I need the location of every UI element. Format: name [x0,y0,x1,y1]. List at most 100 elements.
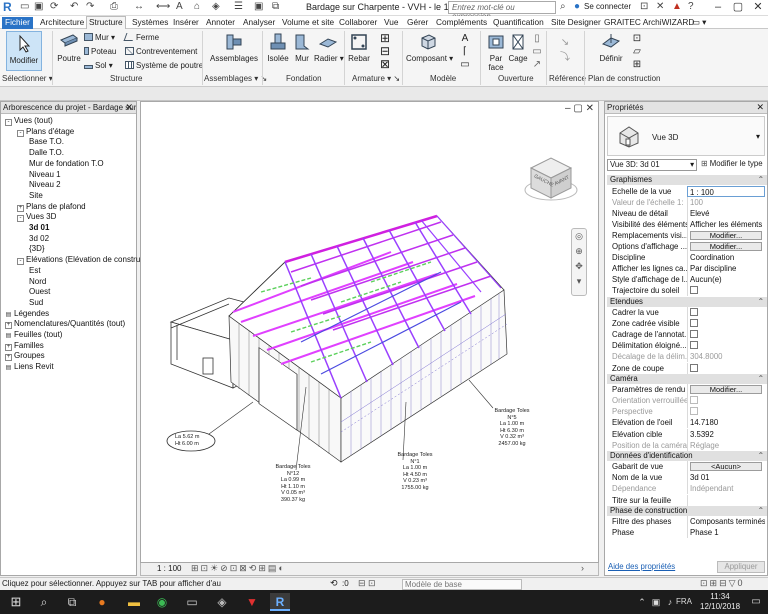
file-explorer-icon[interactable]: ▬ [124,593,144,611]
checkbox[interactable] [690,286,698,295]
checkbox[interactable] [690,363,698,372]
windows-start-icon[interactable]: ⊞ [6,593,26,611]
close-hidden-icon[interactable]: ▣ [254,1,263,12]
component-button[interactable]: Composant ▾ [406,32,453,63]
open-icon[interactable]: ▭ [20,1,29,12]
thin-lines-icon[interactable]: ☰ [234,1,243,12]
text-icon[interactable]: A [176,1,183,12]
opening-tools-icon[interactable]: ▯ ▭ ↗ [530,32,544,71]
tree-item[interactable]: Base T.O. [29,137,64,147]
property-value[interactable]: 3.5392 [687,428,765,440]
tree-item[interactable]: {3D} [29,244,45,254]
property-edit-button[interactable]: Modifier... [690,385,762,395]
property-section-camera[interactable]: Caméra ⌃ [607,373,767,384]
tree-item[interactable]: + Groupes [5,351,45,362]
design-options-icon[interactable]: ⊟ ⊡ [358,578,376,589]
tab-site-designer[interactable]: Site Designer [549,17,603,29]
tree-item[interactable]: Sud [29,298,43,308]
property-value[interactable]: Modifier... [687,229,765,241]
apply-button[interactable]: Appliquer [717,561,765,573]
shaft-button[interactable]: Cage [508,32,528,63]
collapse-icon[interactable]: - [17,258,24,266]
tree-item[interactable]: - Plans d'étage [17,127,74,137]
design-option-select[interactable]: Modèle de base [402,579,522,590]
tree-item[interactable]: Mur de fondation T.O [29,159,104,169]
dimension-icon[interactable]: ⟷ [156,1,170,12]
tree-item[interactable]: ▤ Liens Revit [5,362,54,374]
a360-icon[interactable]: ▲ [672,1,682,12]
tree-item[interactable]: Dalle T.O. [29,148,64,158]
checkbox[interactable] [690,341,698,350]
revit-logo-icon[interactable]: R [3,0,12,14]
search-icon[interactable]: ⌕ [560,1,566,12]
property-value[interactable]: Phase 1 [687,527,765,539]
type-dropdown-icon[interactable]: ▾ [756,132,760,141]
switch-windows-icon[interactable]: ⧉ [272,1,279,12]
property-value[interactable]: Coordination [687,252,765,264]
define-workplane-button[interactable]: Définir [596,32,626,63]
modify-button[interactable]: Modifier [6,31,42,71]
group-connection[interactable]: Assemblages ▾ ↘ [204,74,267,83]
property-value[interactable]: 14.7180 [687,417,765,429]
reinforcement-tools-icon[interactable]: ⊞ ⊟ ⊠ [374,32,396,71]
checkbox[interactable] [690,319,698,328]
tree-item[interactable]: - Elévations (Elévation de constructi [17,255,148,266]
checkbox[interactable] [690,330,698,339]
3d-view-icon[interactable]: ⌂ [194,1,200,12]
property-edit-button[interactable]: <Aucun> [690,462,762,472]
view-control-icons[interactable]: ⊞⊡☀⊘⊡⊠⟲⊞▤◐ [191,563,286,574]
search-icon[interactable]: ⌕ [34,593,54,611]
tab-systemes[interactable]: Systèmes [130,17,170,29]
section-icon[interactable]: ◈ [212,1,220,12]
property-section-identity[interactable]: Données d'identification ⌃ [607,450,767,461]
collapse-icon[interactable]: ⌃ [757,175,764,185]
property-section-phasing[interactable]: Phase de construction ⌃ [607,505,767,516]
revit-taskbar-icon[interactable]: R [270,593,290,611]
rebar-button[interactable]: Rebar [347,32,371,63]
property-value[interactable]: Aucun(e) [687,274,765,286]
nav-menu-icon[interactable]: ▾ [577,276,582,286]
property-value[interactable]: <Aucun> [687,461,765,473]
tree-item[interactable]: + Plans de plafond [17,202,86,212]
property-value[interactable] [687,285,765,297]
navigation-bar[interactable]: ◎ ⊕ ✥ ▾ [571,228,587,296]
close-icon[interactable]: ✕ [125,102,133,113]
expand-icon[interactable]: + [5,322,12,330]
property-value[interactable]: Composants terminés [687,516,765,528]
isolated-foundation-button[interactable]: Isolée [266,32,290,63]
app-icon[interactable]: ▭ [182,593,202,611]
beam-system-button[interactable]: Système de poutre [125,61,203,70]
bracing-button[interactable]: Contreventement [125,47,197,56]
group-select[interactable]: Sélectionner ▾ [2,74,53,83]
tree-item[interactable]: ▤ Légendes [5,309,49,320]
tab-gerer[interactable]: Gérer [405,17,430,29]
sign-in-button[interactable]: Se connecter [584,2,631,11]
panel-tag-1[interactable]: Bardage Toles N°1 La 1.00 m Ht 4.50 m V … [389,452,441,491]
tab-graitec[interactable]: GRAITEC ArchiWIZARD [602,17,696,29]
tab-fichier[interactable]: Fichier [2,17,33,29]
floor-button[interactable]: Sol ▾ [84,61,113,70]
collapse-icon[interactable]: - [17,215,24,223]
viewcube[interactable]: GAUCHE AVANT [523,148,579,204]
property-value[interactable]: Elevé [687,207,765,219]
instance-selector[interactable]: Vue 3D: 3d 01 ▾ [607,159,697,171]
sync-icon[interactable]: ⟳ [50,1,58,12]
workplane-tools-icon[interactable]: ⊡ ▱ ⊞ [630,32,644,71]
collapse-icon[interactable]: ⌃ [757,374,764,384]
property-value[interactable]: Par discipline [687,263,765,275]
task-view-icon[interactable]: ⧉ [62,593,82,611]
collapse-icon[interactable]: ⌃ [757,451,764,461]
search-input[interactable]: Entrez mot-clé ou expression [448,1,556,21]
steering-wheel-icon[interactable]: ◎ [575,231,583,241]
slab-button[interactable]: Radier ▾ [314,32,344,63]
undo-icon[interactable]: ↶ [70,1,78,12]
property-value[interactable]: 1 : 100 [687,185,765,197]
tree-item[interactable]: ▤ Feuilles (tout) [5,330,62,341]
tab-quantification[interactable]: Quantification [491,17,546,29]
expand-icon[interactable]: + [5,343,12,351]
drawing-area[interactable]: – ▢ ✕ GAUCHE AVANT ◎ ⊕ ✥ ▾ La 5.62 m Ht … [140,101,599,563]
type-selector[interactable]: Vue 3D ▾ [607,116,765,156]
collapse-icon[interactable]: ⌃ [757,297,764,307]
clock[interactable]: 11:34 12/10/2018 [700,592,740,612]
tree-item[interactable]: 3d 02 [29,234,49,244]
